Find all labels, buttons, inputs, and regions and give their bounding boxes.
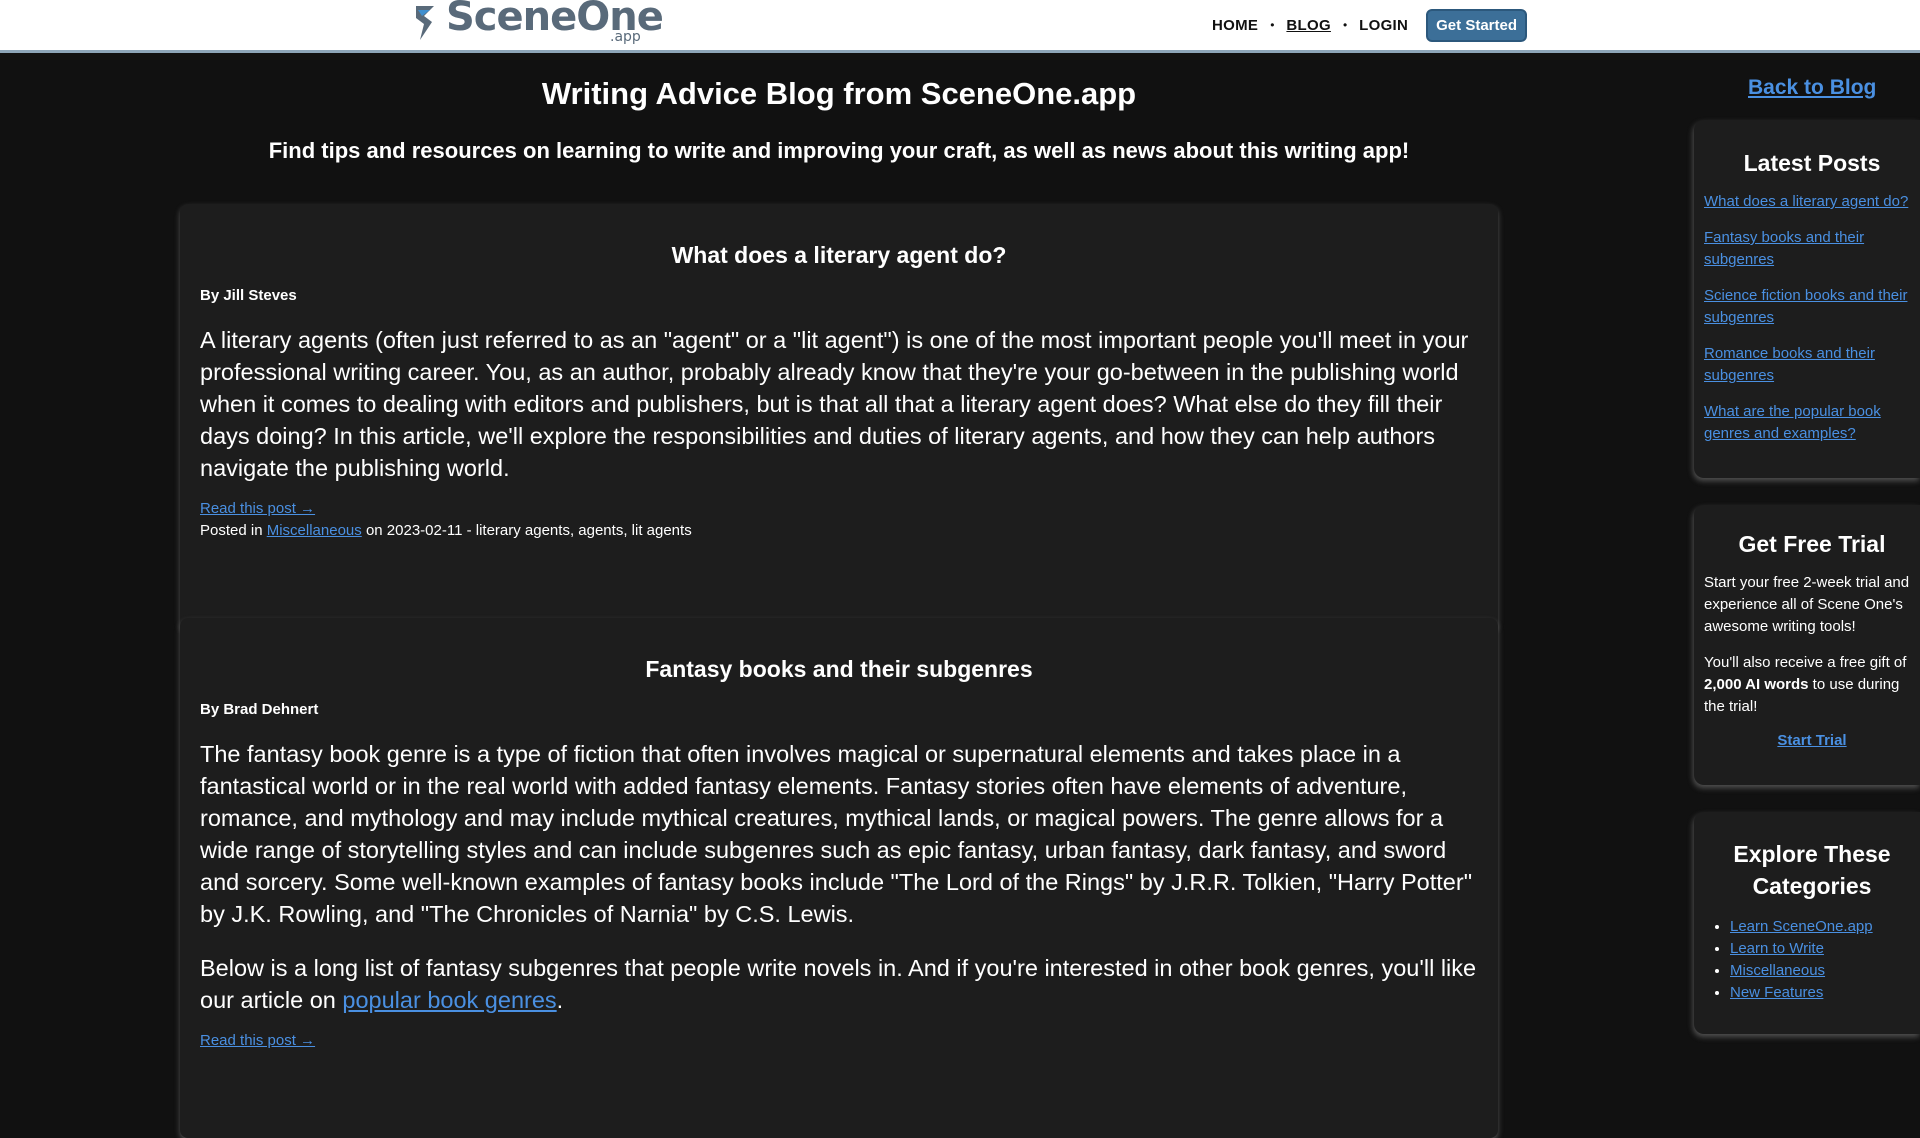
top-nav-bar: SceneOne .app HOME • BLOG • LOGIN Get St… [0,0,1920,53]
latest-post-link[interactable]: Science fiction books and their subgenre… [1704,285,1920,329]
categories-list: Learn SceneOne.app Learn to Write Miscel… [1704,916,1920,1004]
post-card: Fantasy books and their subgenres By Bra… [180,618,1498,1138]
category-item: Learn SceneOne.app [1730,916,1920,938]
start-trial-link[interactable]: Start Trial [1777,732,1846,749]
free-trial-gift: You'll also receive a free gift of 2,000… [1704,652,1920,718]
page-title: Writing Advice Blog from SceneOne.app [541,76,1137,111]
category-item: New Features [1730,982,1920,1004]
latest-post-link[interactable]: What are the popular book genres and exa… [1704,401,1920,445]
latest-post-link[interactable]: What does a literary agent do? [1704,191,1920,213]
latest-post-link[interactable]: Fantasy books and their subgenres [1704,227,1920,271]
nav-separator: • [1270,18,1275,32]
category-link[interactable]: Learn SceneOne.app [1730,918,1873,935]
excerpt-period: . [556,987,564,1013]
free-trial-description: Start your free 2-week trial and experie… [1704,574,1910,635]
post-excerpt-continued: Below is a long list of fantasy subgenre… [200,952,1478,1016]
post-category-link[interactable]: Miscellaneous [267,522,362,539]
page-subtitle: Find tips and resources on learning to w… [268,138,1410,163]
logo-mark-icon [416,6,434,40]
get-started-button[interactable]: Get Started [1426,8,1527,42]
post-card: What does a literary agent do? By Jill S… [180,204,1498,630]
category-item: Learn to Write [1730,938,1920,960]
post-title[interactable]: Fantasy books and their subgenres [200,656,1478,683]
category-link[interactable]: Learn to Write [1730,940,1824,957]
popular-genres-link[interactable]: popular book genres [342,987,556,1013]
nav-home-link[interactable]: HOME [1212,17,1258,34]
post-author: By Brad Dehnert [200,701,319,718]
logo-subtext: .app [610,29,641,45]
latest-posts-panel: Latest Posts What does a literary agent … [1694,120,1920,478]
gift-text: You'll also receive a free gift of [1704,654,1907,671]
post-author: By Jill Steves [200,287,297,304]
post-title[interactable]: What does a literary agent do? [200,242,1478,269]
free-trial-panel: Get Free Trial Start your free 2-week tr… [1694,505,1920,785]
read-post-link[interactable]: Read this post → [200,1032,315,1049]
category-link[interactable]: New Features [1730,984,1823,1001]
read-post-link[interactable]: Read this post → [200,500,315,517]
post-excerpt: A literary agents (often just referred t… [200,327,1469,481]
nav-separator: • [1342,18,1348,32]
free-trial-heading: Get Free Trial [1738,531,1886,557]
posted-in-label: Posted in [200,522,263,539]
post-excerpt: The fantasy book genre is a type of fict… [200,741,1473,927]
back-to-blog-link[interactable]: Back to Blog [1748,76,1876,100]
categories-heading: Explore These Categories [1733,841,1891,899]
main-nav: HOME • BLOG • LOGIN Get Started [1212,0,1527,50]
category-link[interactable]: Miscellaneous [1730,962,1825,979]
category-item: Miscellaneous [1730,960,1920,982]
latest-posts-heading: Latest Posts [1743,150,1881,176]
post-date-tags: on 2023-02-11 - literary agents, agents,… [365,522,692,539]
latest-post-link[interactable]: Romance books and their subgenres [1704,343,1920,387]
categories-panel: Explore These Categories Learn SceneOne.… [1694,812,1920,1034]
post-meta: Posted in Miscellaneous on 2023-02-11 - … [200,522,1478,539]
gift-amount: 2,000 AI words [1704,676,1809,693]
nav-login-link[interactable]: LOGIN [1359,17,1408,34]
nav-blog-link[interactable]: BLOG [1286,17,1331,34]
